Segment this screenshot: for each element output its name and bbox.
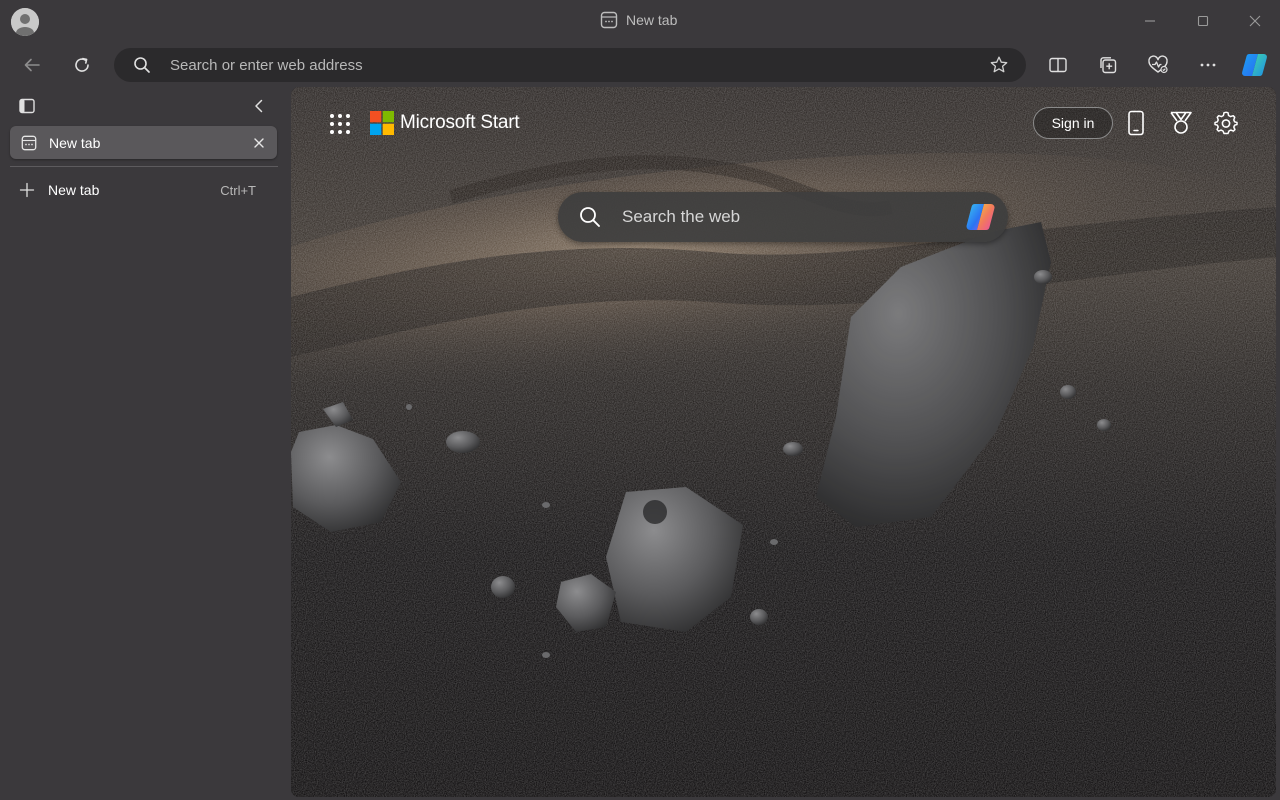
web-search-input[interactable]	[620, 206, 964, 228]
microsoft-start-logo[interactable]: Microsoft Start	[370, 111, 520, 135]
web-search-box[interactable]	[558, 192, 1008, 242]
sidebar-divider	[10, 166, 278, 167]
copilot-search-button[interactable]	[964, 200, 998, 234]
search-icon	[132, 55, 152, 75]
rewards-medal-icon	[1170, 111, 1192, 134]
close-window-button[interactable]	[1240, 8, 1270, 34]
tab-new-tab[interactable]: New tab	[10, 126, 277, 159]
phone-icon	[1128, 110, 1144, 136]
brand-name: Microsoft Start	[400, 112, 520, 133]
more-button[interactable]	[1191, 48, 1225, 82]
sign-in-button[interactable]: Sign in	[1033, 107, 1113, 139]
new-tab-label: New tab	[48, 182, 100, 198]
close-icon	[1249, 15, 1261, 27]
maximize-icon	[1197, 15, 1209, 27]
favorite-star-icon	[990, 56, 1008, 73]
vertical-tabs-icon	[19, 98, 35, 114]
chevron-left-icon	[255, 99, 263, 113]
collapse-sidebar-button[interactable]	[245, 92, 273, 120]
minimize-button[interactable]	[1135, 8, 1165, 34]
browser-essentials-icon	[1148, 55, 1168, 74]
mobile-app-button[interactable]	[1120, 107, 1152, 139]
tab-label: New tab	[49, 134, 101, 151]
close-icon	[254, 137, 264, 148]
refresh-icon	[75, 57, 89, 72]
new-tab-page: Microsoft Start Sign in	[291, 87, 1276, 797]
more-icon	[1200, 63, 1216, 67]
profile-avatar[interactable]	[11, 8, 39, 36]
collections-button[interactable]	[1091, 48, 1125, 82]
maximize-button[interactable]	[1188, 8, 1218, 34]
new-tab-page-icon	[600, 11, 618, 29]
title-bar: New tab	[0, 0, 1280, 42]
copilot-icon	[1242, 54, 1267, 77]
split-screen-icon	[1049, 57, 1067, 73]
window-title-text: New tab	[626, 12, 678, 28]
address-input[interactable]	[168, 55, 982, 75]
minimize-icon	[1145, 20, 1155, 22]
search-icon	[578, 205, 602, 229]
collections-icon	[1100, 57, 1117, 74]
back-button[interactable]	[15, 48, 49, 82]
gear-icon	[1214, 111, 1238, 135]
rewards-button[interactable]	[1165, 107, 1197, 139]
microsoft-logo-icon	[370, 111, 394, 135]
address-bar[interactable]	[114, 48, 1026, 82]
new-tab-shortcut: Ctrl+T	[220, 182, 256, 198]
plus-icon	[18, 181, 36, 199]
tab-actions-button[interactable]	[13, 92, 41, 120]
new-tab-page-icon	[20, 134, 38, 152]
page-settings-button[interactable]	[1210, 107, 1242, 139]
refresh-button[interactable]	[65, 48, 99, 82]
app-launcher-icon	[330, 114, 350, 134]
copilot-icon	[966, 203, 995, 231]
split-screen-button[interactable]	[1041, 48, 1075, 82]
new-tab-button[interactable]: New tab Ctrl+T	[10, 176, 278, 204]
profile-icon	[11, 8, 39, 36]
apps-launcher-button[interactable]	[325, 109, 355, 139]
window-title: New tab	[600, 11, 677, 29]
favorite-button[interactable]	[982, 48, 1016, 82]
close-tab-button[interactable]	[249, 133, 269, 153]
back-icon	[24, 58, 40, 72]
browser-essentials-button[interactable]	[1141, 48, 1175, 82]
copilot-button[interactable]	[1238, 48, 1272, 82]
